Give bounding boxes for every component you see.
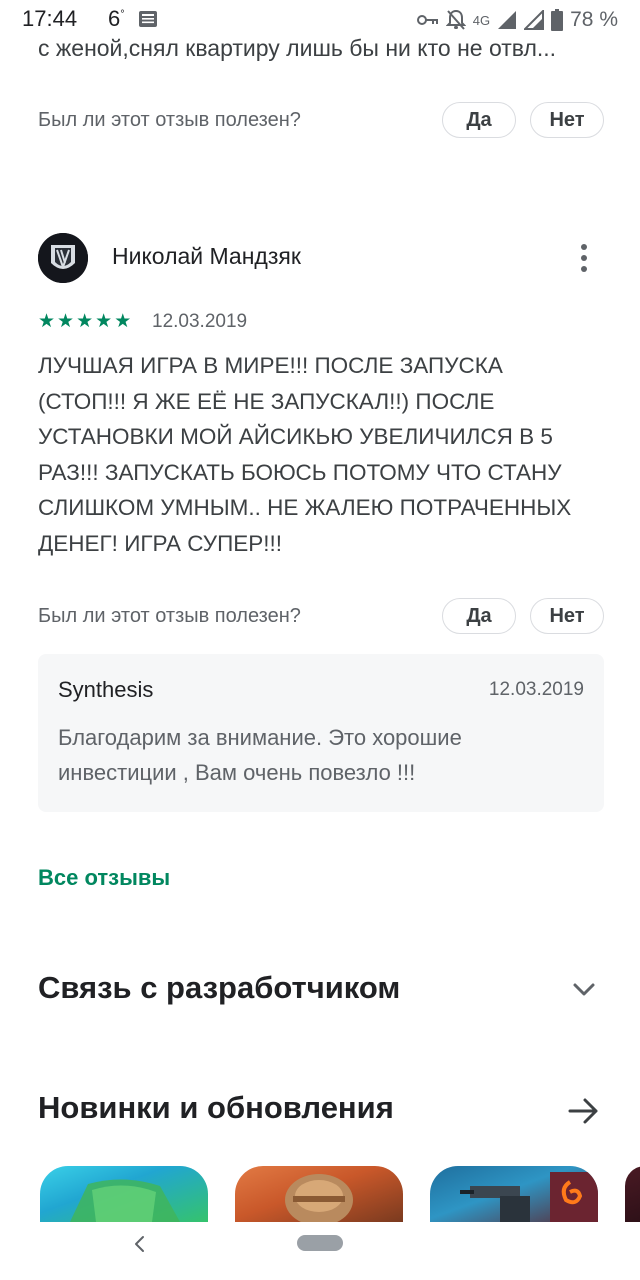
whats-new-section[interactable]: Новинки и обновления <box>38 1090 394 1126</box>
previous-review-text: с женой,снял квартиру лишь бы ни кто не … <box>38 35 557 61</box>
helpful-no-button[interactable]: Нет <box>530 598 604 634</box>
helpful-yes-button[interactable]: Да <box>442 102 516 138</box>
app-icon-1[interactable] <box>40 1166 208 1222</box>
star-icon: ★ <box>57 311 75 332</box>
chevron-down-icon[interactable] <box>566 972 602 1008</box>
avatar <box>38 233 88 283</box>
network-type: 4G <box>472 12 491 28</box>
developer-reply-date: 12.03.2019 <box>488 679 584 700</box>
app-icon-4[interactable] <box>625 1166 640 1222</box>
notifications-off-icon <box>445 9 466 30</box>
helpful-no-button[interactable]: Нет <box>530 102 604 138</box>
navigation-bar <box>0 1222 640 1280</box>
status-time: 17:44 <box>22 6 78 31</box>
status-bar: 17:44 6° 4G 78 % <box>0 0 640 40</box>
contact-developer-section[interactable]: Связь с разработчиком <box>38 970 400 1006</box>
review-helpful-row: Был ли этот отзыв полезен? Да Нет <box>38 597 604 635</box>
status-icons: 4G 78 % <box>416 6 618 34</box>
status-temperature: 6° <box>108 6 125 31</box>
developer-name: Synthesis <box>58 677 154 702</box>
star-icon: ★ <box>114 311 132 332</box>
helpful-yes-button[interactable]: Да <box>442 598 516 634</box>
previous-review-helpful-row: Был ли этот отзыв полезен? Да Нет <box>38 101 604 139</box>
developer-reply: Synthesis 12.03.2019 Благодарим за внима… <box>38 654 604 812</box>
helpful-question: Был ли этот отзыв полезен? <box>38 604 301 627</box>
star-icon: ★ <box>76 311 94 332</box>
home-pill-button[interactable] <box>297 1235 343 1251</box>
helpful-question: Был ли этот отзыв полезен? <box>38 108 301 131</box>
review-date: 12.03.2019 <box>152 311 248 332</box>
all-reviews-link[interactable]: Все отзывы <box>38 865 170 891</box>
battery-icon <box>551 9 564 31</box>
star-icon: ★ <box>95 311 113 332</box>
more-vert-icon <box>581 244 587 250</box>
avatar-emblem-icon <box>38 233 88 283</box>
app-icon-3[interactable] <box>430 1166 598 1222</box>
news-icon <box>139 11 157 27</box>
app-icon-2[interactable] <box>235 1166 403 1222</box>
signal-icon <box>498 11 517 29</box>
review-text: ЛУЧШАЯ ИГРА В МИРЕ!!! ПОСЛЕ ЗАПУСКА (СТО… <box>38 353 572 556</box>
key-icon <box>416 15 438 25</box>
reviewer-name: Николай Мандзяк <box>112 243 301 269</box>
battery-level: 78 % <box>570 8 618 31</box>
arrow-forward-icon[interactable] <box>564 1092 602 1130</box>
developer-reply-text: Благодарим за внимание. Это хорошие инве… <box>58 725 462 785</box>
back-icon[interactable] <box>128 1232 152 1256</box>
signal-icon-2 <box>524 10 545 30</box>
star-rating: ★ ★ ★ ★ ★ <box>38 310 131 334</box>
more-options-button[interactable] <box>568 238 600 278</box>
star-icon: ★ <box>38 311 56 332</box>
